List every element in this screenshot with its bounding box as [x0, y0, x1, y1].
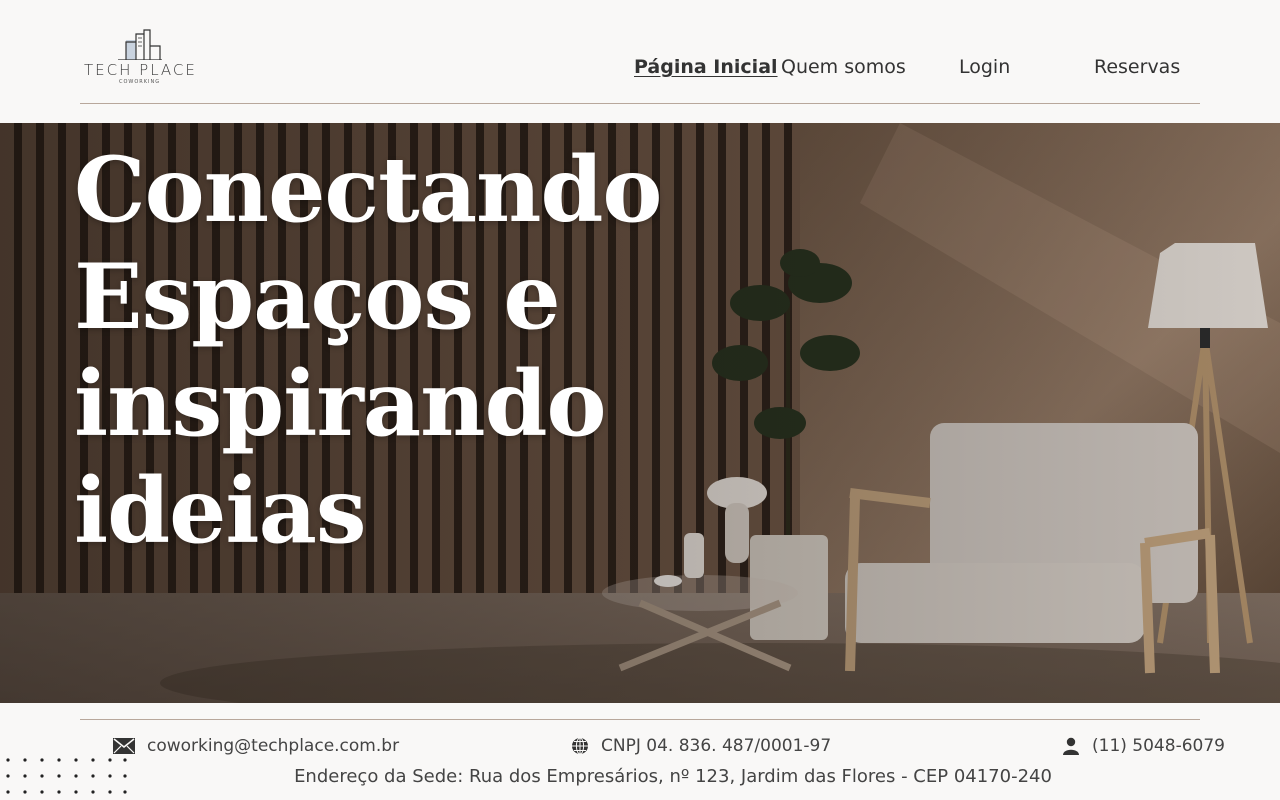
phone-text: (11) 5048-6079: [1092, 736, 1225, 756]
nav-reservations[interactable]: Reservas: [1094, 56, 1180, 78]
contact-email[interactable]: coworking@techplace.com.br: [113, 735, 399, 757]
nav-about[interactable]: Quem somos: [781, 56, 906, 78]
site-header: TECH PLACE COWORKING Página Inicial Quem…: [0, 0, 1280, 123]
contact-phone[interactable]: (11) 5048-6079: [1062, 735, 1225, 757]
hero-title: Conectando Espaços e inspirando ideias: [74, 137, 694, 565]
nav-login[interactable]: Login: [959, 56, 1010, 78]
footer-divider: [80, 719, 1200, 720]
nav-home[interactable]: Página Inicial: [634, 56, 778, 78]
contact-cnpj: CNPJ 04. 836. 487/0001-97: [571, 735, 831, 757]
cnpj-text: CNPJ 04. 836. 487/0001-97: [601, 736, 832, 756]
logo-wordmark: TECH PLACE: [84, 61, 197, 79]
hero-title-line: inspirando: [74, 351, 607, 457]
hero-title-line: Espaços e: [74, 244, 561, 350]
user-icon: [1063, 737, 1079, 755]
hero-title-line: ideias: [74, 458, 367, 564]
globe-icon: [572, 737, 588, 755]
logo[interactable]: TECH PLACE COWORKING: [84, 28, 209, 88]
logo-tagline: COWORKING: [119, 79, 161, 85]
hero-banner: Conectando Espaços e inspirando ideias: [0, 123, 1280, 703]
hero-title-line: Conectando: [74, 137, 662, 243]
building-logo-icon: [118, 29, 162, 60]
header-divider: [80, 103, 1200, 104]
address-text: Endereço da Sede: Rua dos Empresários, n…: [294, 766, 1052, 787]
email-text: coworking@techplace.com.br: [147, 736, 400, 756]
